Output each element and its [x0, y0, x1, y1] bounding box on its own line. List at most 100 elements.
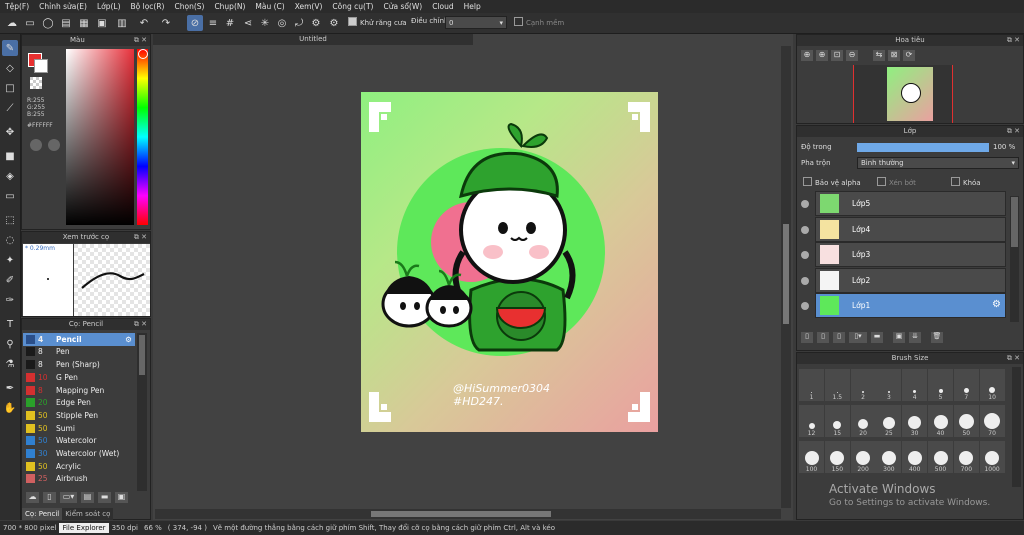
menu-item-10[interactable]: Cloud [427, 2, 458, 11]
select-tool-icon[interactable]: ⬚ [2, 212, 18, 228]
layer-settings-gear-icon[interactable]: ⚙ [992, 299, 1001, 310]
layer-visibility-icon[interactable] [801, 251, 809, 259]
add-brush-dropdown-icon[interactable]: ▭▾ [60, 491, 77, 503]
menu-item-11[interactable]: Help [459, 2, 486, 11]
menu-item-6[interactable]: Màu (C) [250, 2, 289, 11]
panel-close-icon[interactable]: ⧉ ✕ [1007, 126, 1020, 137]
brush-size-cell[interactable]: 70 [979, 405, 1005, 437]
brush-item[interactable]: 4 Pencil ⚙ [23, 333, 135, 346]
brush-size-cell[interactable]: 30 [902, 405, 928, 437]
layer-row[interactable]: Lớp5 [815, 191, 1006, 216]
panel-close-icon[interactable]: ⧉ ✕ [134, 319, 147, 330]
brush-size-cell[interactable]: 1000 [979, 441, 1005, 473]
layer-visibility-icon[interactable] [801, 200, 809, 208]
lasso-tool-icon[interactable]: ◌ [2, 232, 18, 248]
color-wheel-icon[interactable] [30, 139, 42, 151]
hue-handle[interactable] [138, 49, 148, 59]
zoom-in-icon-2[interactable]: ⊕ [816, 50, 828, 61]
fit-icon[interactable]: ⊡ [831, 50, 843, 61]
brush-size-cell[interactable]: 5 [928, 369, 953, 401]
window-icon[interactable]: ▣ [94, 15, 110, 31]
merge-layer-icon[interactable]: ⇊ [909, 332, 921, 343]
divide-tool-icon[interactable]: ⚲ [2, 336, 18, 352]
layer-folder-icon[interactable]: ▬ [871, 332, 883, 343]
menu-item-8[interactable]: Công cụ(T) [327, 2, 378, 11]
gradient-tool-icon[interactable]: ▭ [2, 188, 18, 204]
menu-item-9[interactable]: Cửa sổ(W) [378, 2, 427, 11]
brush-item[interactable]: 8 Mapping Pen [23, 384, 135, 397]
layer-row[interactable]: Lớp4 [815, 216, 1006, 242]
radial-snap-icon[interactable]: ✳ [257, 15, 273, 31]
delete-layer-icon[interactable]: 🗑 [931, 332, 943, 343]
text-tool-icon[interactable]: T [2, 316, 18, 332]
brush-item[interactable]: 50 Stipple Pen [23, 409, 135, 422]
hue-slider[interactable] [137, 49, 148, 225]
brush-size-cell[interactable]: 2 [850, 369, 876, 401]
menu-item-3[interactable]: Bộ lọc(R) [126, 2, 170, 11]
new-layer-icon[interactable]: ▯ [801, 332, 813, 343]
brush-size-cell[interactable]: 4 [902, 369, 928, 401]
brush-size-cell[interactable]: 100 [799, 441, 824, 473]
brush-item[interactable]: 8 Pen (Sharp) [23, 358, 135, 371]
brush-size-cell[interactable]: 200 [850, 441, 876, 473]
lock-check[interactable] [951, 177, 960, 186]
layer-visibility-icon[interactable] [801, 225, 809, 234]
cloud-icon[interactable]: ☁ [4, 15, 20, 31]
lock-checkbox[interactable]: Khóa [951, 177, 981, 187]
soft-edge-checkbox[interactable]: Cạnh mềm [514, 17, 564, 27]
artwork-canvas[interactable]: @HiSummer0304 #HD247. [361, 92, 658, 432]
navigator-viewport[interactable] [853, 65, 953, 123]
saturation-value-picker[interactable] [66, 49, 134, 225]
shape-tool-icon[interactable]: □ [2, 80, 18, 96]
copy-brush-icon[interactable]: ▣ [115, 491, 128, 503]
panel-icon[interactable]: ▦ [76, 15, 92, 31]
brush-size-cell[interactable]: 1.5 [824, 369, 850, 401]
brush-list-scrollbar[interactable] [137, 333, 147, 491]
brush-item[interactable]: 20 Edge Pen [23, 397, 135, 410]
grid-snap-icon[interactable]: # [222, 15, 238, 31]
layer-row[interactable]: Lớp3 [815, 242, 1006, 267]
eyedropper-icon[interactable]: ⚗ [2, 356, 18, 372]
new-1bit-layer-icon[interactable]: ▯ [833, 332, 845, 343]
opacity-slider[interactable] [857, 143, 989, 152]
select-eraser-icon[interactable]: ✑ [2, 292, 18, 308]
zoom-out-icon[interactable]: ⊖ [846, 50, 858, 61]
brush-item[interactable]: 50 Sumi [23, 422, 135, 435]
brush-size-cell[interactable]: 300 [876, 441, 902, 473]
protect-alpha-check[interactable] [803, 177, 812, 186]
brush-settings-icon[interactable]: ▤ [81, 491, 94, 503]
brush-tool-icon[interactable]: ✎ [2, 40, 18, 56]
zoom-in-icon[interactable]: ⊕ [801, 50, 813, 61]
brush-size-cell[interactable]: 20 [850, 405, 876, 437]
brush-item[interactable]: 25 Airbrush [23, 473, 135, 486]
settings-snap-icon[interactable]: ⚙ [308, 15, 324, 31]
brush-size-cell[interactable]: 7 [953, 369, 979, 401]
menu-item-7[interactable]: Xem(V) [290, 2, 328, 11]
protect-alpha-checkbox[interactable]: Bảo vệ alpha [803, 177, 861, 187]
line-tool-icon[interactable]: ⟋ [2, 100, 18, 116]
tab-brush[interactable]: Cọ: Pencil [22, 508, 63, 520]
color-history-icon[interactable] [48, 139, 60, 151]
layer-scrollbar[interactable] [1010, 196, 1019, 322]
layer-row[interactable]: Lớp2 [815, 267, 1006, 293]
fill-tool-icon[interactable]: ◈ [2, 168, 18, 184]
canvas-horizontal-scrollbar[interactable] [155, 509, 781, 519]
comment-icon[interactable]: ▤ [58, 15, 74, 31]
clipping-checkbox[interactable]: Xén bớt [877, 177, 916, 187]
undo-icon[interactable]: ↶ [136, 15, 152, 31]
file-explorer-button[interactable]: File Explorer [59, 523, 109, 533]
speech-bubble-icon[interactable]: ◯ [40, 15, 56, 31]
brush-size-cell[interactable]: 15 [824, 405, 850, 437]
snap-off-icon[interactable]: ⊘ [187, 15, 203, 31]
magic-wand-icon[interactable]: ✦ [2, 252, 18, 268]
menu-item-0[interactable]: Tệp(F) [0, 2, 34, 11]
snap-settings-icon[interactable]: ⚙ [326, 15, 342, 31]
add-layer-dropdown-icon[interactable]: ▯▾ [849, 332, 867, 343]
antialias-check[interactable] [348, 17, 357, 26]
new-brush-icon[interactable]: ▯ [43, 491, 56, 503]
brush-item[interactable]: 30 Watercolor (Wet) [23, 447, 135, 460]
chat-icon[interactable]: ▭ [22, 15, 38, 31]
folder-icon[interactable]: ▬ [98, 491, 111, 503]
scrollbar-thumb[interactable] [139, 335, 145, 375]
panel-close-icon[interactable]: ⧉ ✕ [1007, 353, 1020, 364]
